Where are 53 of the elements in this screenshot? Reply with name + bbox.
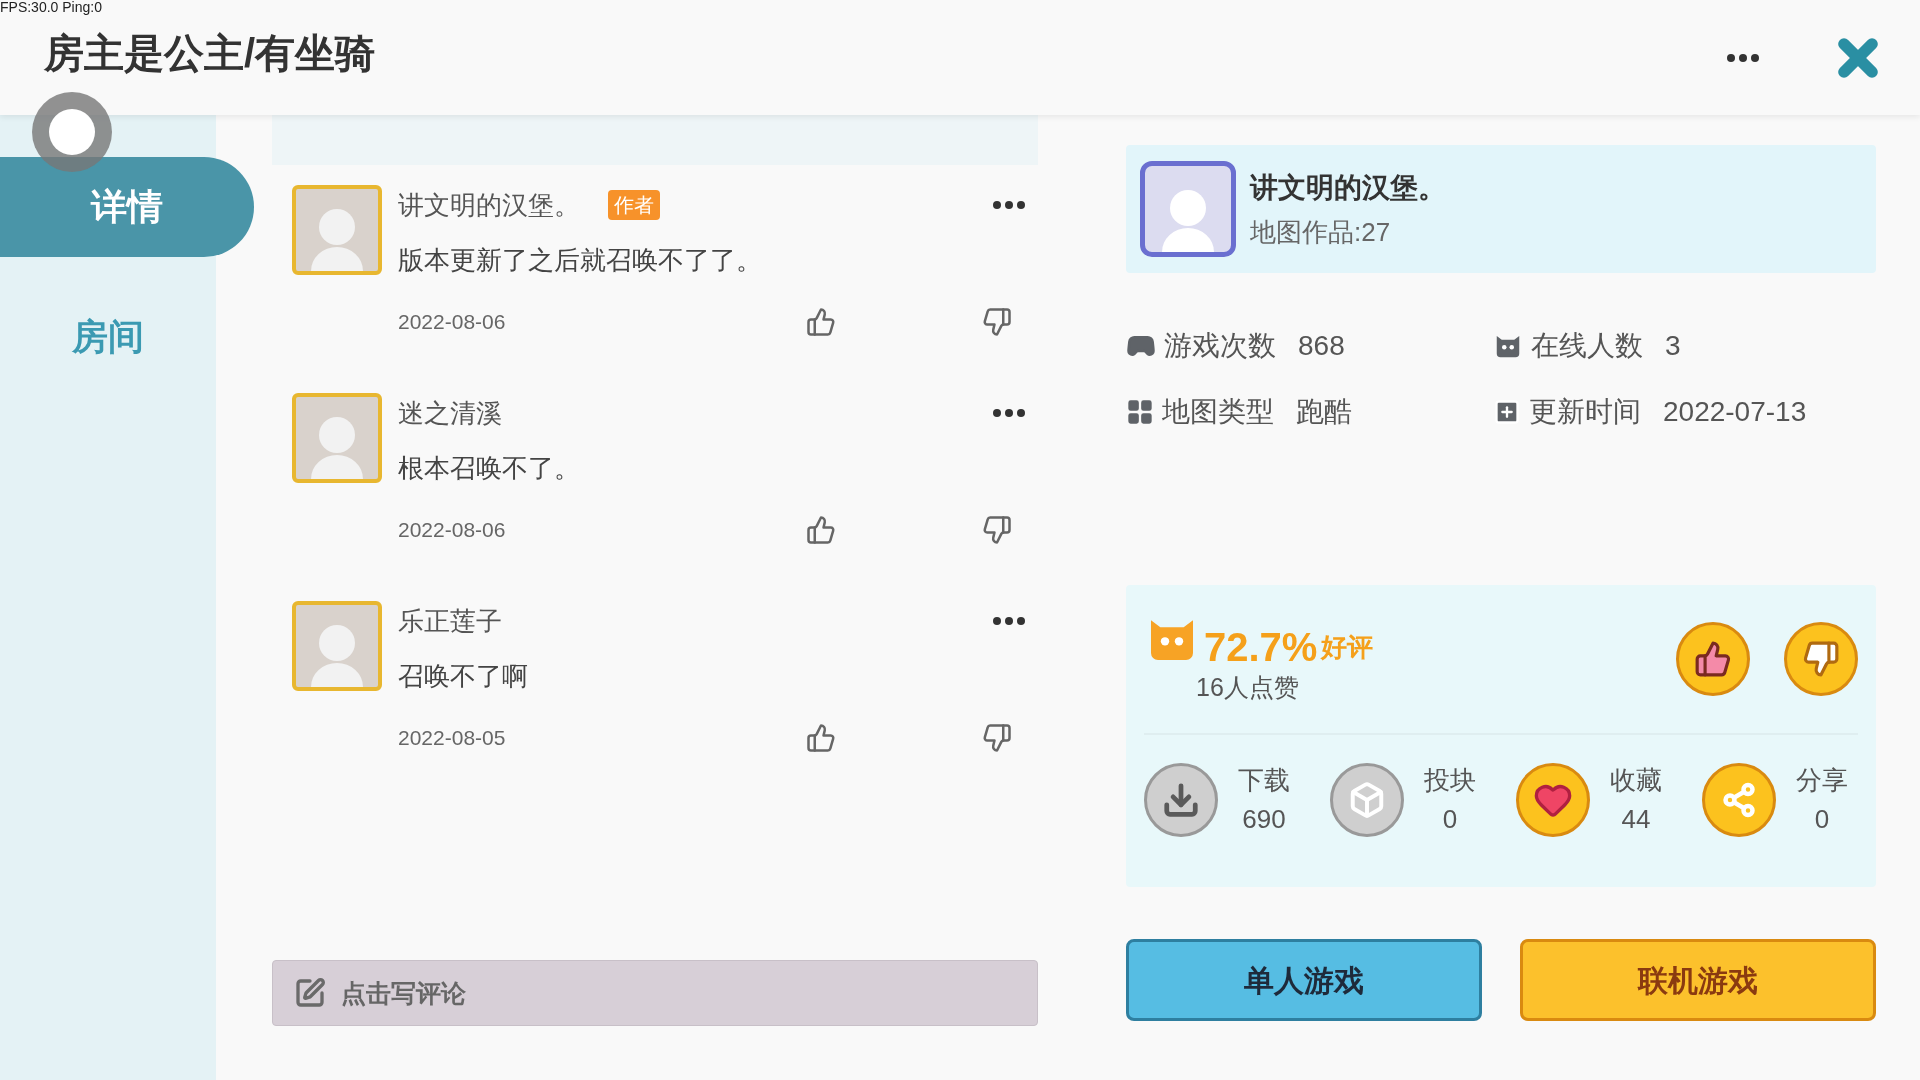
grid-icon <box>1126 398 1154 426</box>
stat-label: 游戏次数 <box>1164 329 1276 363</box>
comment-author: 迷之清溪 <box>398 396 502 430</box>
comment-date: 2022-08-05 <box>398 725 507 751</box>
more-icon[interactable] <box>992 616 1026 626</box>
thumbs-up-icon[interactable] <box>806 514 836 545</box>
edit-icon <box>294 977 326 1009</box>
thumbs-up-icon <box>1694 640 1732 678</box>
action-count: 690 <box>1242 803 1286 836</box>
more-icon[interactable] <box>992 408 1026 418</box>
thumbs-down-icon <box>1802 640 1840 678</box>
thumbs-down-icon[interactable] <box>982 514 1012 545</box>
thumbs-down-icon[interactable] <box>982 306 1012 337</box>
rating-label: 好评 <box>1321 631 1374 665</box>
action-label: 投块 <box>1424 764 1476 797</box>
action-count: 0 <box>1442 803 1458 836</box>
comment-author: 讲文明的汉堡。 <box>398 188 580 222</box>
action-label: 收藏 <box>1610 764 1662 797</box>
author-badge: 作者 <box>608 190 660 220</box>
action-label: 分享 <box>1796 764 1848 797</box>
stat-label: 在线人数 <box>1531 329 1643 363</box>
window-title: 房主是公主/有坐骑 <box>44 29 376 77</box>
sidebar-tab[interactable]: 详情 <box>0 157 254 257</box>
plus-square-icon <box>1493 398 1521 426</box>
thumbs-up-icon[interactable] <box>806 306 836 337</box>
comment-text: 根本召唤不了。 <box>398 452 581 485</box>
author-works: 地图作品:27 <box>1250 215 1392 249</box>
action-count: 0 <box>1814 803 1830 836</box>
stat-value: 2022-07-13 <box>1663 395 1807 429</box>
stat-value: 868 <box>1298 329 1345 363</box>
more-icon[interactable] <box>992 200 1026 210</box>
comment-date: 2022-08-06 <box>398 517 507 543</box>
stat-label: 地图类型 <box>1162 395 1274 429</box>
play-button[interactable]: 单人游戏 <box>1126 939 1482 1021</box>
comment-author: 乐正莲子 <box>398 604 502 638</box>
debug-overlay: FPS:30.0 Ping:0 <box>0 0 102 14</box>
stat-value: 跑酷 <box>1296 395 1352 429</box>
thumbs-down-icon[interactable] <box>982 722 1012 753</box>
rating-percent: 72.7% <box>1204 627 1318 668</box>
action-count: 44 <box>1621 803 1651 836</box>
stat-label: 更新时间 <box>1529 395 1641 429</box>
comment-date: 2022-08-06 <box>398 309 507 335</box>
author-name: 讲文明的汉堡。 <box>1250 170 1446 205</box>
sidebar-tab[interactable]: 房间 <box>0 287 216 387</box>
action-label: 下载 <box>1238 764 1290 797</box>
likes-count: 16人点赞 <box>1196 672 1300 704</box>
thumbs-up-icon[interactable] <box>806 722 836 753</box>
comment-input-field[interactable]: 点击写评论 <box>272 960 1038 1026</box>
more-icon[interactable] <box>1726 52 1760 63</box>
comment-text: 召唤不了啊 <box>398 660 529 693</box>
play-button[interactable]: 联机游戏 <box>1520 939 1876 1021</box>
comment-text: 版本更新了之后就召唤不了了。 <box>398 244 763 277</box>
stat-value: 3 <box>1665 329 1681 363</box>
